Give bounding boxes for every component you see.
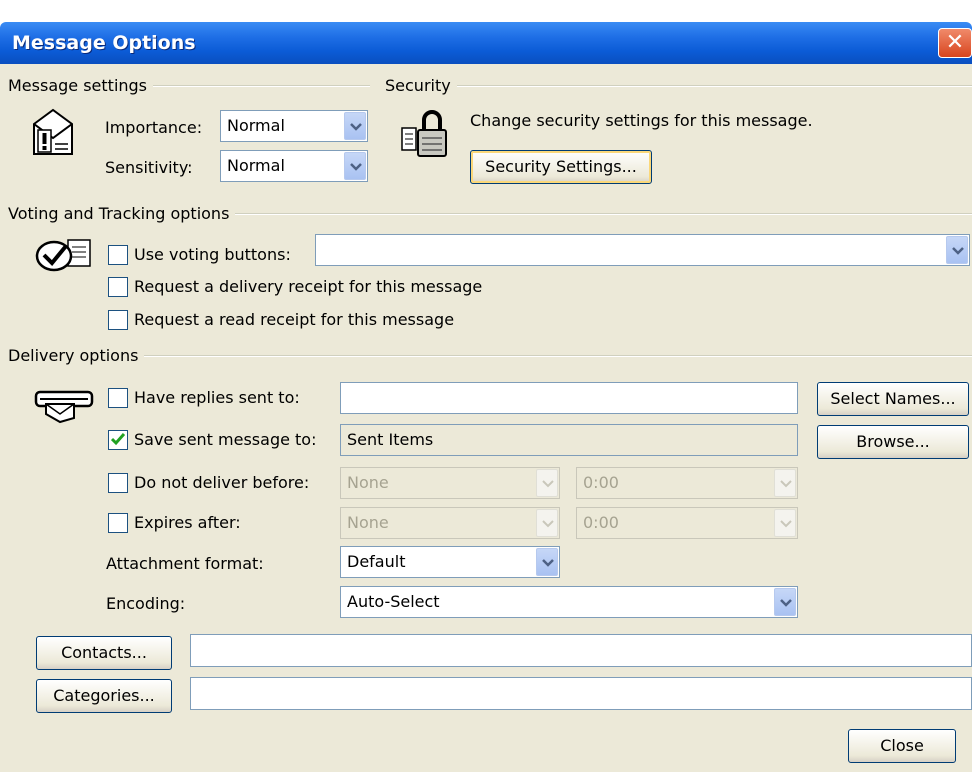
do-not-deliver-time-value: 0:00 (583, 473, 619, 492)
categories-button[interactable]: Categories... (36, 679, 172, 713)
importance-select[interactable]: Normal (220, 110, 368, 142)
chevron-down-icon[interactable] (536, 548, 558, 576)
read-receipt-checkbox[interactable] (108, 310, 128, 330)
checkmark-icon (111, 433, 125, 446)
encoding-value: Auto-Select (347, 592, 440, 611)
sensitivity-select[interactable]: Normal (220, 150, 368, 182)
do-not-deliver-time-select[interactable]: 0:00 (576, 467, 798, 499)
chevron-down-icon[interactable] (536, 509, 558, 537)
sensitivity-value: Normal (227, 156, 285, 175)
importance-value: Normal (227, 116, 285, 135)
checkmark-document-icon (34, 236, 98, 280)
do-not-deliver-date-select[interactable]: None (340, 467, 560, 499)
encoding-select[interactable]: Auto-Select (340, 586, 798, 618)
expires-time-value: 0:00 (583, 513, 619, 532)
chevron-down-icon[interactable] (774, 588, 796, 616)
replies-input[interactable] (340, 382, 798, 414)
security-divider (385, 85, 972, 87)
envelope-hand-icon (34, 384, 96, 428)
expires-time-select[interactable]: 0:00 (576, 507, 798, 539)
save-sent-value: Sent Items (347, 430, 434, 449)
importance-label: Importance: (105, 118, 203, 137)
read-receipt-label: Request a read receipt for this message (134, 310, 455, 329)
attachment-format-value: Default (347, 552, 406, 571)
encoding-label: Encoding: (106, 594, 186, 613)
security-settings-button[interactable]: Security Settings... (470, 150, 652, 184)
dialog-body: Message settings Importance: Normal Sens… (0, 64, 972, 772)
window-title: Message Options (12, 32, 196, 54)
do-not-deliver-date-value: None (347, 473, 389, 492)
categories-input[interactable] (190, 677, 972, 710)
chevron-down-icon[interactable] (774, 469, 796, 497)
save-sent-label: Save sent message to: (134, 430, 317, 449)
delivery-title: Delivery options (8, 346, 145, 366)
save-sent-checkbox[interactable] (108, 430, 128, 450)
chevron-down-icon[interactable] (344, 152, 366, 180)
message-settings-title: Message settings (8, 76, 154, 96)
select-names-button[interactable]: Select Names... (817, 382, 969, 416)
chevron-down-icon[interactable] (774, 509, 796, 537)
security-title: Security (385, 76, 457, 96)
attachment-format-label: Attachment format: (106, 554, 264, 573)
delivery-receipt-checkbox[interactable] (108, 277, 128, 297)
chevron-down-icon[interactable] (946, 236, 968, 264)
voting-title: Voting and Tracking options (8, 204, 236, 224)
replies-label: Have replies sent to: (134, 388, 300, 407)
attachment-format-select[interactable]: Default (340, 546, 560, 578)
use-voting-checkbox[interactable] (108, 245, 128, 265)
delivery-divider (8, 355, 972, 357)
expires-checkbox[interactable] (108, 513, 128, 533)
padlock-icon (398, 108, 450, 164)
chevron-down-icon[interactable] (536, 469, 558, 497)
sensitivity-label: Sensitivity: (105, 158, 193, 177)
use-voting-label: Use voting buttons: (134, 245, 291, 264)
contacts-input[interactable] (190, 634, 972, 667)
do-not-deliver-checkbox[interactable] (108, 473, 128, 493)
voting-buttons-select[interactable] (315, 234, 970, 266)
chevron-down-icon[interactable] (344, 112, 366, 140)
expires-label: Expires after: (134, 513, 241, 532)
browse-button[interactable]: Browse... (817, 425, 969, 459)
title-bar: Message Options ✕ (0, 0, 972, 64)
do-not-deliver-label: Do not deliver before: (134, 473, 310, 492)
contacts-button[interactable]: Contacts... (36, 636, 172, 670)
expires-date-value: None (347, 513, 389, 532)
expires-date-select[interactable]: None (340, 507, 560, 539)
close-button[interactable]: Close (848, 729, 956, 763)
save-sent-input[interactable]: Sent Items (340, 424, 798, 456)
envelope-important-icon (30, 108, 76, 164)
window-close-button[interactable]: ✕ (938, 28, 972, 58)
replies-checkbox[interactable] (108, 388, 128, 408)
delivery-receipt-label: Request a delivery receipt for this mess… (134, 277, 483, 296)
security-description: Change security settings for this messag… (470, 111, 813, 130)
